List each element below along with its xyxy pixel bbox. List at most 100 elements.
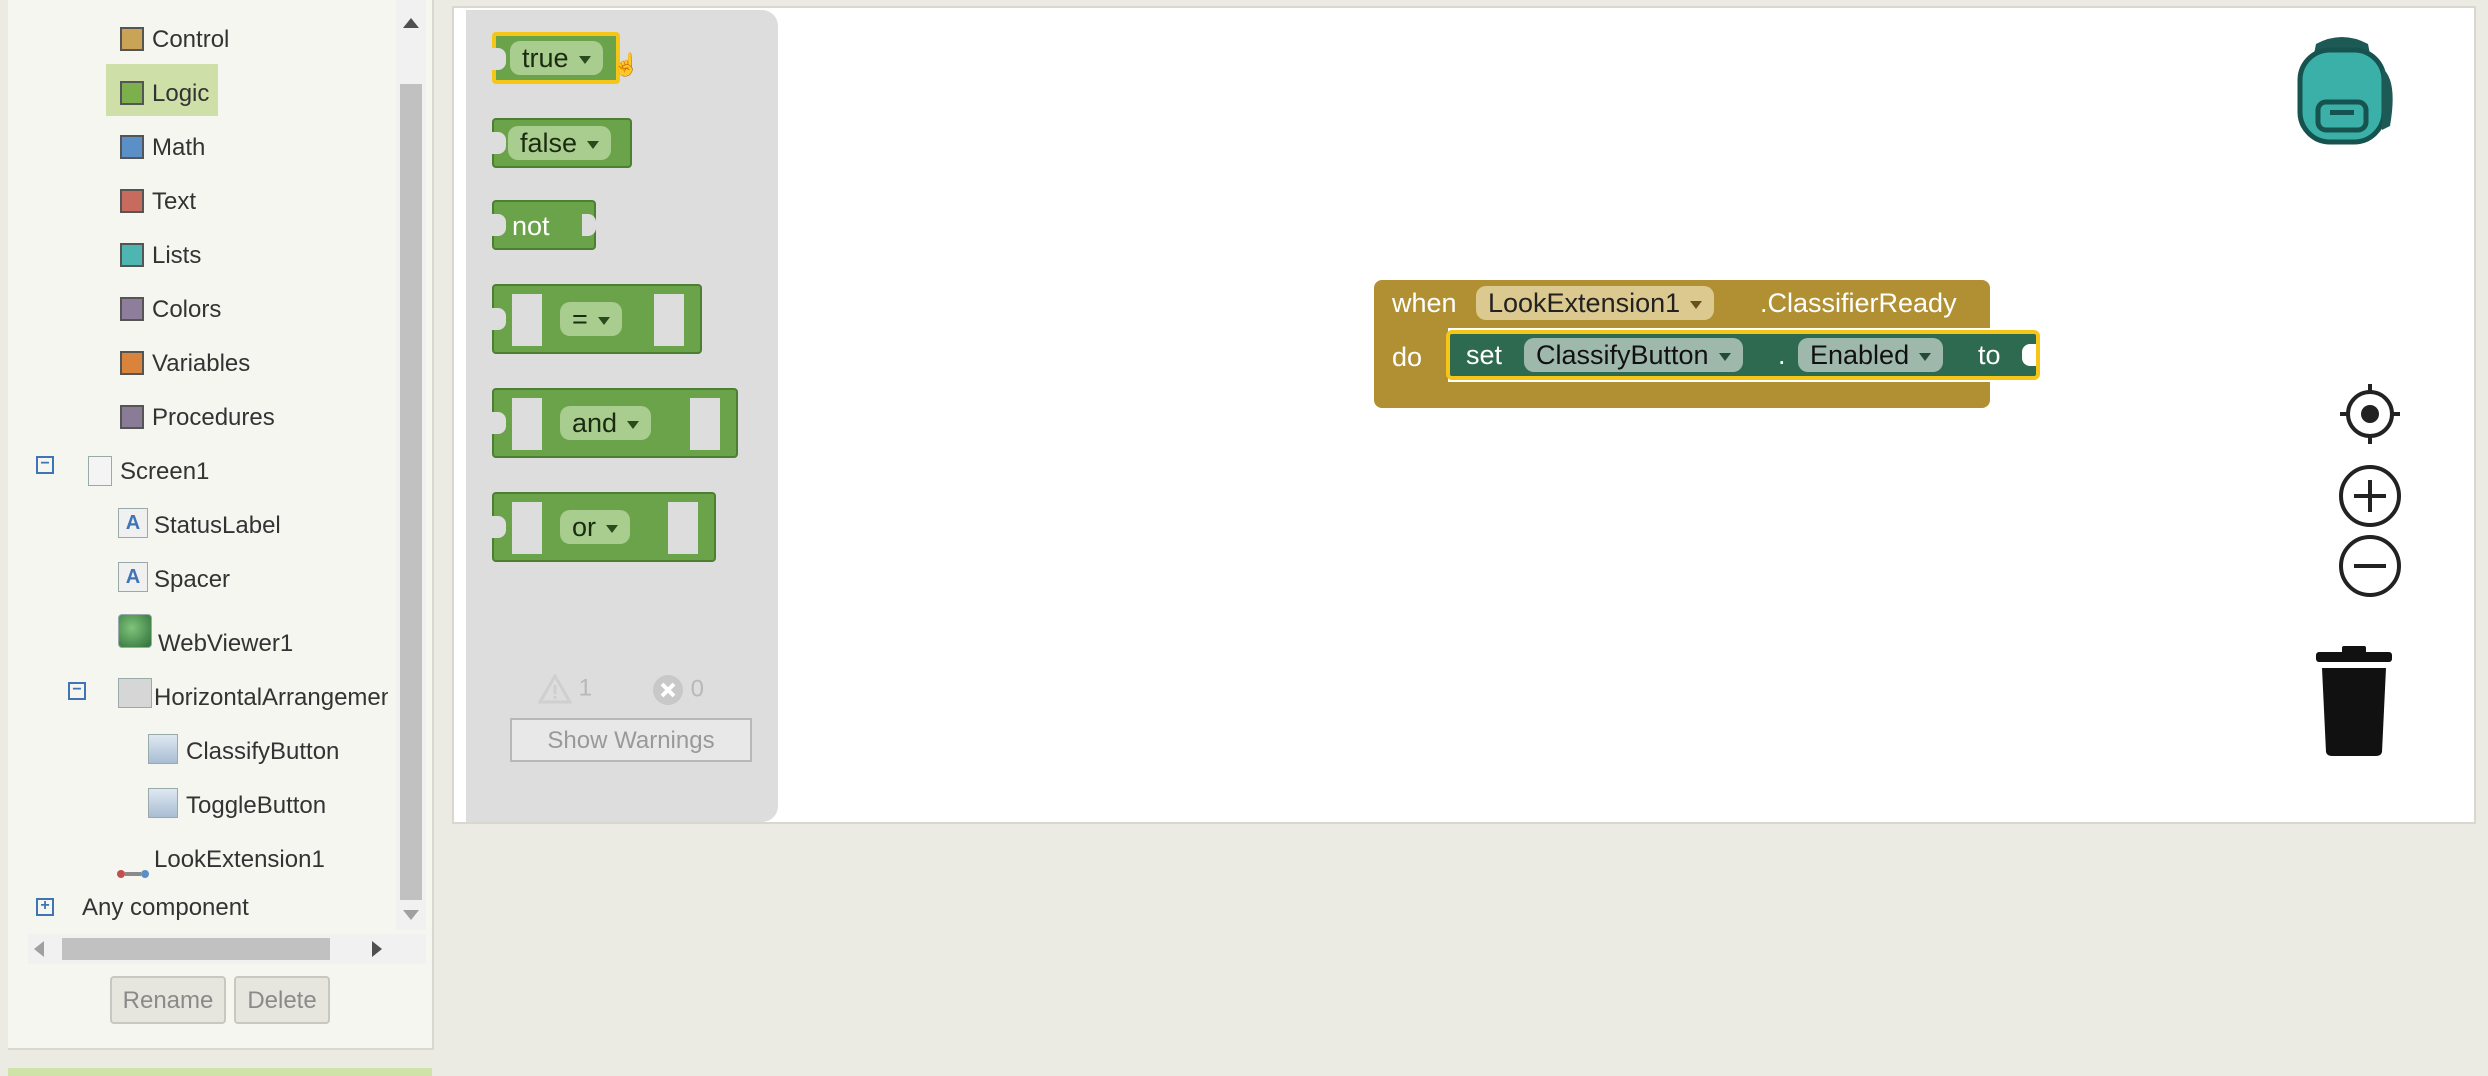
scroll-down-icon[interactable] xyxy=(403,910,419,920)
block-notch xyxy=(492,308,506,330)
event-footer xyxy=(1374,382,1990,408)
and-block[interactable]: and xyxy=(492,388,738,458)
collapse-arrangement-icon[interactable]: − xyxy=(68,682,86,700)
zoom-in-icon[interactable] xyxy=(2338,464,2402,528)
variables-color-icon xyxy=(120,351,144,375)
vertical-scroll-thumb[interactable] xyxy=(400,84,422,900)
set-text: set xyxy=(1466,340,1503,370)
dropdown-arrow-icon xyxy=(578,55,591,64)
classifier-ready-event-block[interactable]: when LookExtension1 .ClassifierReady do … xyxy=(1374,280,2040,410)
input-notch xyxy=(582,214,596,236)
dropdown-arrow-icon xyxy=(597,316,610,325)
button-icon xyxy=(148,788,178,818)
block-notch xyxy=(492,214,506,236)
error-indicator: 0 xyxy=(652,674,704,706)
block-notch xyxy=(492,48,506,70)
dropdown-arrow-icon xyxy=(606,524,619,533)
left-socket xyxy=(512,398,542,450)
false-text: false xyxy=(520,128,578,158)
when-text: when xyxy=(1392,288,1457,318)
rename-button[interactable]: Rename xyxy=(110,976,226,1024)
procedures-color-icon xyxy=(120,405,144,429)
not-block[interactable]: not xyxy=(492,200,596,250)
button-icon xyxy=(148,734,178,764)
compare-block[interactable]: = xyxy=(492,284,702,354)
not-text: not xyxy=(512,211,550,241)
scroll-right-icon[interactable] xyxy=(372,941,382,957)
dropdown-arrow-icon xyxy=(1919,352,1932,361)
blocks-tree-panel: Control Logic Math Text Lists Colors Var… xyxy=(8,0,434,1050)
or-block[interactable]: or xyxy=(492,492,716,562)
true-block[interactable]: true xyxy=(492,32,620,84)
zoom-out-icon[interactable] xyxy=(2338,534,2402,598)
left-socket xyxy=(512,502,542,554)
event-component-text: LookExtension1 xyxy=(1488,288,1681,318)
left-socket xyxy=(512,294,542,346)
block-notch xyxy=(492,132,506,154)
false-dropdown[interactable]: false xyxy=(508,126,612,160)
to-text: to xyxy=(1978,340,2001,370)
delete-button[interactable]: Delete xyxy=(234,976,330,1024)
value-socket[interactable] xyxy=(2022,344,2036,366)
logic-flyout: true ☝ false not = and or 1 0 Show Warni… xyxy=(466,10,778,822)
center-target-icon[interactable] xyxy=(2338,382,2402,446)
lists-color-icon xyxy=(120,243,144,267)
property-dropdown[interactable]: Enabled xyxy=(1798,338,1944,372)
right-socket xyxy=(668,502,698,554)
tree-horizontal-scrollbar[interactable] xyxy=(28,934,426,964)
label-icon: A xyxy=(118,562,148,592)
compare-dropdown[interactable]: = xyxy=(560,302,622,336)
blocks-tree: Control Logic Math Text Lists Colors Var… xyxy=(8,0,388,930)
error-icon xyxy=(653,675,683,705)
text-color-icon xyxy=(120,189,144,213)
cursor-icon: ☝ xyxy=(612,52,640,77)
dropdown-arrow-icon xyxy=(627,420,640,429)
block-notch xyxy=(492,412,506,434)
or-dropdown[interactable]: or xyxy=(560,510,631,544)
collapse-screen1-icon[interactable]: − xyxy=(36,456,54,474)
blocks-workspace[interactable]: true ☝ false not = and or 1 0 Show Warni… xyxy=(452,6,2476,824)
dropdown-arrow-icon xyxy=(1690,300,1703,309)
and-dropdown[interactable]: and xyxy=(560,406,652,440)
equals-text: = xyxy=(572,304,588,334)
warning-count: 1 xyxy=(578,674,593,702)
control-color-icon xyxy=(120,27,144,51)
scroll-left-icon[interactable] xyxy=(34,941,44,957)
dropdown-arrow-icon xyxy=(587,140,600,149)
backpack-icon[interactable] xyxy=(2286,34,2398,150)
logic-color-icon xyxy=(120,81,144,105)
trash-icon[interactable] xyxy=(2314,644,2394,756)
true-dropdown[interactable]: true xyxy=(510,41,603,75)
colors-color-icon xyxy=(120,297,144,321)
set-property-block[interactable]: set ClassifyButton . Enabled to xyxy=(1446,330,2040,380)
scroll-up-icon[interactable] xyxy=(403,18,419,28)
event-name-text: .ClassifierReady xyxy=(1760,288,1957,318)
math-color-icon xyxy=(120,135,144,159)
arrangement-icon xyxy=(118,678,152,708)
label-icon: A xyxy=(118,508,148,538)
error-count: 0 xyxy=(690,675,705,703)
or-text: or xyxy=(572,512,597,542)
dot-text: . xyxy=(1778,340,1786,370)
screen-icon xyxy=(88,456,112,486)
false-block[interactable]: false xyxy=(492,118,632,168)
horizontal-scroll-thumb[interactable] xyxy=(62,938,330,960)
true-text: true xyxy=(522,43,569,73)
panel-bottom-strip xyxy=(8,1068,432,1076)
right-socket xyxy=(690,398,720,450)
warning-icon xyxy=(537,672,573,704)
dropdown-arrow-icon xyxy=(1718,352,1731,361)
and-text: and xyxy=(572,408,618,438)
expand-any-component-icon[interactable]: + xyxy=(36,898,54,916)
event-component-dropdown[interactable]: LookExtension1 xyxy=(1476,286,1715,320)
do-text: do xyxy=(1392,342,1423,372)
target-component-text: ClassifyButton xyxy=(1536,340,1709,370)
webviewer-icon xyxy=(118,614,152,648)
tree-vertical-scrollbar[interactable] xyxy=(396,0,426,930)
extension-icon xyxy=(116,850,150,878)
property-text: Enabled xyxy=(1810,340,1910,370)
right-socket xyxy=(654,294,684,346)
show-warnings-button[interactable]: Show Warnings xyxy=(510,718,752,762)
warning-indicator: 1 xyxy=(537,672,593,704)
target-component-dropdown[interactable]: ClassifyButton xyxy=(1524,338,1743,372)
